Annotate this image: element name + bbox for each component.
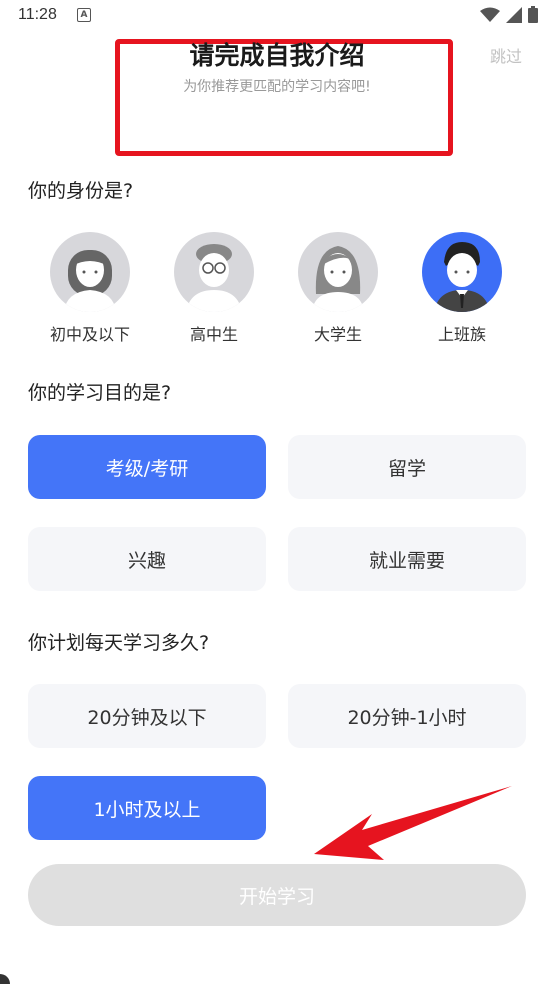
page-subtitle: 为你推荐更匹配的学习内容吧! (183, 79, 371, 95)
identity-option-junior[interactable]: 初中及以下 (35, 232, 145, 345)
annotation-arrow-icon (314, 786, 512, 860)
battery-icon (528, 6, 538, 23)
identity-label: 上班族 (437, 325, 486, 344)
identity-label: 高中生 (189, 325, 238, 344)
duration-option-long[interactable]: 1小时及以上 (28, 776, 266, 840)
status-bar: 11:28 A (0, 0, 554, 32)
boy-glasses-avatar-icon (174, 232, 254, 312)
girl-avatar-icon (50, 232, 130, 312)
notification-a-icon: A (77, 8, 91, 22)
purpose-option-study-abroad[interactable]: 留学 (288, 435, 526, 499)
identity-label: 初中及以下 (49, 325, 130, 344)
purpose-option-interest[interactable]: 兴趣 (28, 527, 266, 591)
young-woman-avatar-icon (298, 232, 378, 312)
duration-option-medium[interactable]: 20分钟-1小时 (288, 684, 526, 748)
identity-options: 初中及以下 高中生 大学生 上班族 (28, 232, 526, 345)
purpose-option-exam[interactable]: 考级/考研 (28, 435, 266, 499)
system-icons (480, 6, 538, 23)
identity-label: 大学生 (313, 325, 362, 344)
wifi-icon (480, 7, 500, 22)
status-time: 11:28 (18, 6, 57, 23)
identity-question: 你的身份是? (28, 180, 134, 202)
purpose-option-employment[interactable]: 就业需要 (288, 527, 526, 591)
office-man-avatar-icon (422, 232, 502, 312)
signal-icon (506, 6, 522, 23)
start-learning-button[interactable]: 开始学习 (28, 864, 526, 926)
identity-option-highschool[interactable]: 高中生 (159, 232, 269, 345)
purpose-question: 你的学习目的是? (28, 382, 172, 404)
duration-option-short[interactable]: 20分钟及以下 (28, 684, 266, 748)
duration-question: 你计划每天学习多久? (28, 632, 210, 654)
screen-corner (0, 974, 10, 984)
identity-option-worker[interactable]: 上班族 (407, 232, 517, 345)
page-title: 请完成自我介绍 (189, 41, 365, 70)
identity-option-university[interactable]: 大学生 (283, 232, 393, 345)
